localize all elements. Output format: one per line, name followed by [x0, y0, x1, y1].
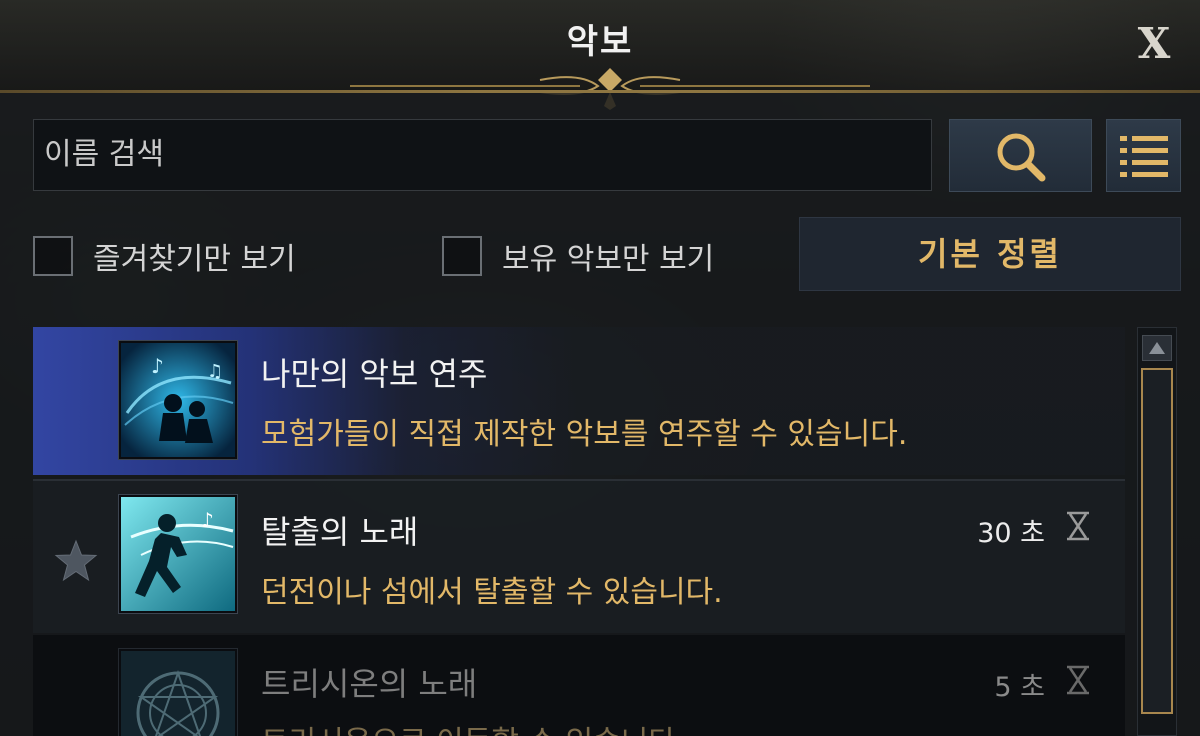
song-name: 나만의 악보 연주: [261, 355, 488, 393]
favorites-only-checkbox[interactable]: 즐겨찾기만 보기: [33, 234, 296, 278]
list-item[interactable]: 트리시온의 노래 트리시온으로 이동할 수 있습니다. 5 초: [33, 635, 1125, 736]
song-icon-frame: ♪ ♫: [118, 340, 238, 460]
owned-only-checkbox[interactable]: 보유 악보만 보기: [442, 234, 714, 278]
svg-text:♪: ♪: [151, 354, 164, 378]
svg-text:♪: ♪: [201, 508, 214, 532]
svg-text:♫: ♫: [207, 361, 223, 382]
favorite-star-icon[interactable]: [53, 538, 99, 584]
song-description: 던전이나 섬에서 탈출할 수 있습니다.: [261, 575, 723, 610]
song-description: 트리시온으로 이동할 수 있습니다.: [261, 717, 686, 736]
scrollbar-thumb[interactable]: [1141, 368, 1173, 714]
performance-musicians-icon: ♪ ♫: [121, 343, 235, 457]
song-icon-frame: ♪: [118, 494, 238, 614]
list-item[interactable]: ♪ ♫ 나만의 악보 연주 모험가들이 직접 제작한 악보를 연주할 수 있습니…: [33, 327, 1125, 475]
checkbox-box[interactable]: [33, 236, 73, 276]
scroll-up-button[interactable]: [1142, 335, 1172, 361]
hourglass-icon: [1067, 665, 1089, 695]
arrow-up-icon: [1149, 342, 1165, 354]
window-title: 악보: [566, 22, 634, 62]
cast-time: 30 초: [977, 518, 1045, 549]
list-item[interactable]: ♪ 탈출의 노래 던전이나 섬에서 탈출할 수 있습니다. 30 초: [33, 479, 1125, 633]
song-name: 탈출의 노래: [261, 513, 419, 551]
sort-button[interactable]: 기본 정렬: [799, 217, 1181, 291]
song-description: 모험가들이 직접 제작한 악보를 연주할 수 있습니다.: [261, 417, 908, 452]
title-bar: 악보 X: [0, 0, 1200, 110]
list-icon: [1119, 135, 1168, 177]
search-input[interactable]: 이름 검색: [33, 119, 932, 191]
magic-circle-icon: [121, 651, 235, 736]
running-escape-icon: ♪: [121, 497, 235, 611]
favorites-only-label: 즐겨찾기만 보기: [93, 242, 296, 277]
song-icon-frame: [118, 648, 238, 736]
list-menu-button[interactable]: [1106, 119, 1181, 192]
close-button[interactable]: X: [1128, 18, 1180, 70]
hourglass-icon: [1067, 511, 1089, 541]
search-button[interactable]: [949, 119, 1092, 192]
checkbox-box[interactable]: [442, 236, 482, 276]
song-name: 트리시온의 노래: [261, 665, 478, 703]
owned-only-label: 보유 악보만 보기: [502, 242, 715, 277]
cast-time: 5 초: [994, 672, 1045, 703]
song-list: ♪ ♫ 나만의 악보 연주 모험가들이 직접 제작한 악보를 연주할 수 있습니…: [33, 327, 1125, 736]
search-icon: [997, 133, 1045, 181]
